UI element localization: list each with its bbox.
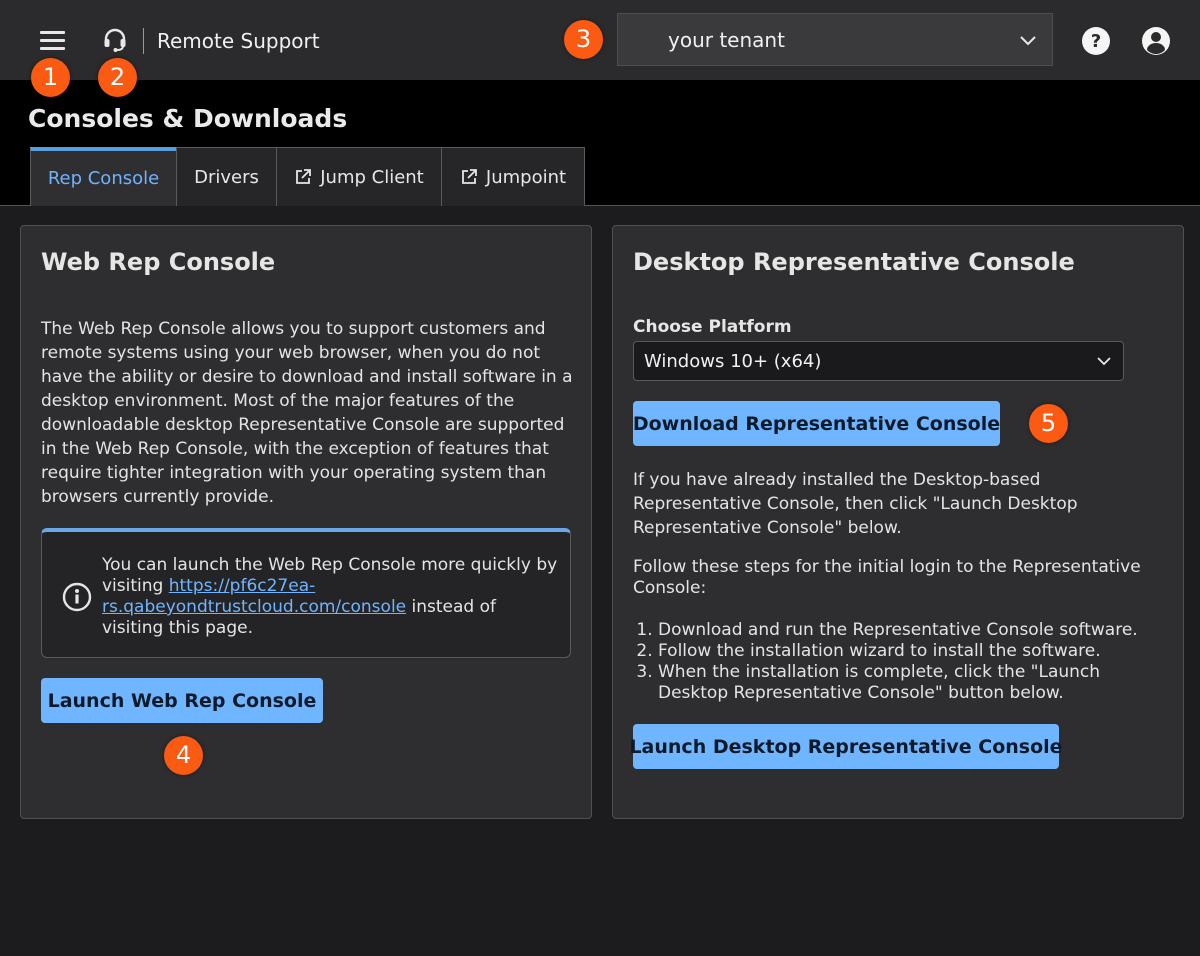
tab-jumpoint[interactable]: Jumpoint xyxy=(441,147,585,206)
steps-intro: Follow these steps for the initial login… xyxy=(633,557,1141,598)
tab-label: Jumpoint xyxy=(485,166,567,188)
menu-icon[interactable] xyxy=(40,29,66,51)
help-icon[interactable]: ? xyxy=(1081,26,1111,56)
list-item: Download and run the Representative Cons… xyxy=(658,620,1163,641)
svg-text:?: ? xyxy=(1091,31,1101,52)
info-icon xyxy=(62,582,92,612)
tab-jump-client[interactable]: Jump Client xyxy=(276,147,442,206)
callout-badge-5: 5 xyxy=(1029,404,1068,443)
platform-select[interactable]: Windows 10+ (x64) xyxy=(633,341,1124,381)
callout-badge-1: 1 xyxy=(31,58,70,97)
tab-label: Jump Client xyxy=(320,166,424,188)
web-rep-console-card: Web Rep Console The Web Rep Console allo… xyxy=(20,225,592,819)
callout-badge-2: 2 xyxy=(98,58,137,97)
callout-badge-4: 4 xyxy=(164,736,203,775)
page-title: Consoles & Downloads xyxy=(28,104,348,133)
info-text: You can launch the Web Rep Console more … xyxy=(102,555,562,639)
tab-label: Rep Console xyxy=(47,168,160,189)
chevron-down-icon xyxy=(1097,357,1111,366)
download-rep-console-button[interactable]: Download Representative Console xyxy=(633,401,1000,446)
card-title: Web Rep Console xyxy=(41,248,276,276)
brand-divider xyxy=(143,28,144,54)
callout-badge-3: 3 xyxy=(564,20,603,59)
external-link-icon xyxy=(462,169,477,184)
web-console-description: The Web Rep Console allows you to suppor… xyxy=(41,319,573,507)
tenant-select[interactable]: your tenant xyxy=(617,13,1053,66)
list-item: When the installation is complete, click… xyxy=(658,662,1163,704)
launch-desktop-console-button[interactable]: Launch Desktop Representative Console xyxy=(629,724,1063,769)
tab-label: Drivers xyxy=(194,166,259,188)
tab-rep-console[interactable]: Rep Console xyxy=(30,147,177,206)
steps-list: Download and run the Representative Cons… xyxy=(633,620,1163,704)
list-item: Follow the installation wizard to instal… xyxy=(658,641,1163,662)
tenant-selected-value: your tenant xyxy=(668,28,785,52)
headset-icon xyxy=(104,28,126,52)
user-icon[interactable] xyxy=(1141,26,1171,56)
external-link-icon xyxy=(296,169,312,184)
card-title: Desktop Representative Console xyxy=(633,248,1075,276)
launch-web-rep-console-button[interactable]: Launch Web Rep Console xyxy=(41,678,323,723)
platform-selected-value: Windows 10+ (x64) xyxy=(644,351,822,372)
tab-drivers[interactable]: Drivers xyxy=(176,147,277,206)
desktop-console-card: Desktop Representative Console Choose Pl… xyxy=(612,225,1184,819)
app-name: Remote Support xyxy=(157,29,320,53)
chevron-down-icon xyxy=(1020,36,1036,46)
platform-label: Choose Platform xyxy=(633,317,792,337)
installed-note: If you have already installed the Deskto… xyxy=(633,470,1078,538)
info-box: You can launch the Web Rep Console more … xyxy=(41,528,571,658)
